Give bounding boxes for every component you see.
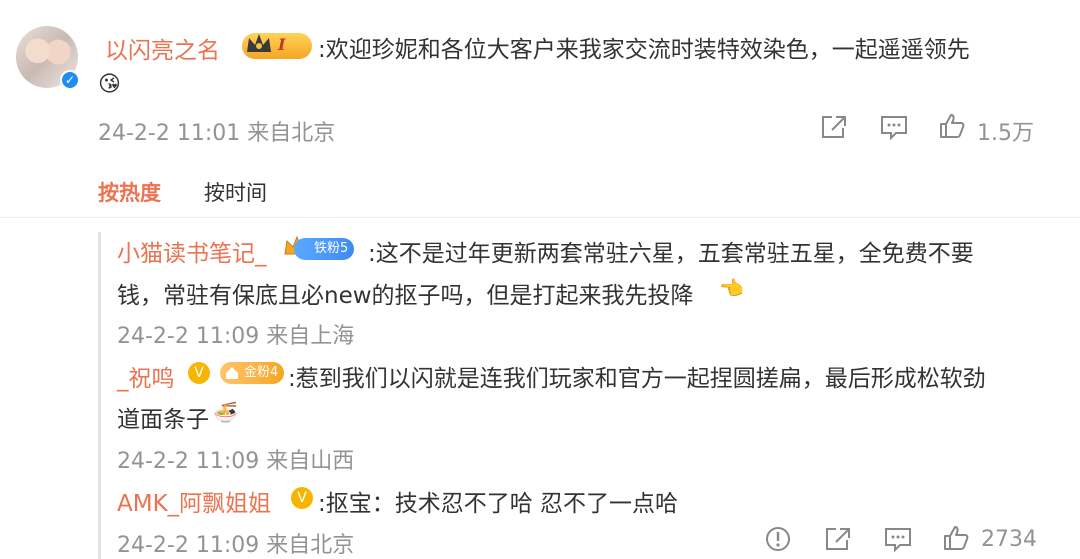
- house-icon: [226, 367, 238, 379]
- reply-username[interactable]: _祝鸣: [117, 359, 175, 393]
- share-icon[interactable]: [820, 114, 848, 140]
- tab-sort-time[interactable]: 按时间: [204, 177, 267, 207]
- pointing-hand-icon: 👈: [719, 276, 744, 300]
- verified-icon: ✓: [60, 70, 80, 90]
- crown-icon: [247, 34, 271, 52]
- tab-sort-hot[interactable]: 按热度: [98, 177, 161, 207]
- main-like-count: 1.5万: [977, 121, 1034, 146]
- verified-icon: V: [291, 487, 313, 509]
- kiss-emoji-icon: 😘: [98, 72, 121, 97]
- reply-text: 钱，常驻有保底且必new的抠子吗，但是打起来我先投降: [117, 283, 694, 309]
- reply-text: :抠宝：技术忍不了哈 忍不了一点哈: [318, 491, 679, 517]
- like-icon[interactable]: [938, 112, 966, 140]
- report-icon[interactable]: [764, 525, 792, 553]
- main-comment-text: :欢迎珍妮和各位大客户来我家交流时装特效染色，一起遥遥领先: [318, 37, 970, 63]
- member-badge[interactable]: I: [242, 33, 312, 59]
- main-comment-meta: 24-2-2 11:01 来自北京: [98, 121, 336, 146]
- reply-meta: 24-2-2 11:09 来自北京: [117, 533, 355, 558]
- reply-username[interactable]: 小猫读书笔记_: [117, 234, 267, 268]
- reply-meta: 24-2-2 11:09 来自山西: [117, 449, 355, 474]
- reply-text: 道面条子: [117, 407, 209, 433]
- verified-icon: V: [188, 362, 210, 384]
- fan-badge[interactable]: 铁粉5: [294, 238, 355, 260]
- reply-text: :这不是过年更新两套常驻六星，五套常驻五星，全免费不要: [368, 241, 974, 267]
- like-icon[interactable]: [942, 524, 970, 552]
- noodle-icon: 🍜: [213, 400, 238, 424]
- divider: [0, 217, 1080, 218]
- share-icon[interactable]: [824, 526, 852, 552]
- reply-like-count: 2734: [981, 527, 1037, 552]
- reply-meta: 24-2-2 11:09 来自上海: [117, 324, 355, 349]
- thread-line: [98, 232, 101, 559]
- reply-username[interactable]: AMK_阿飘姐姐: [117, 484, 271, 518]
- badge-level: I: [278, 35, 286, 54]
- comment-icon[interactable]: [879, 114, 909, 140]
- reply-text: :惹到我们以闪就是连我们玩家和官方一起捏圆搓扁，最后形成松软劲: [288, 366, 986, 392]
- main-username[interactable]: 以闪亮之名: [105, 31, 220, 65]
- comment-icon[interactable]: [883, 526, 913, 552]
